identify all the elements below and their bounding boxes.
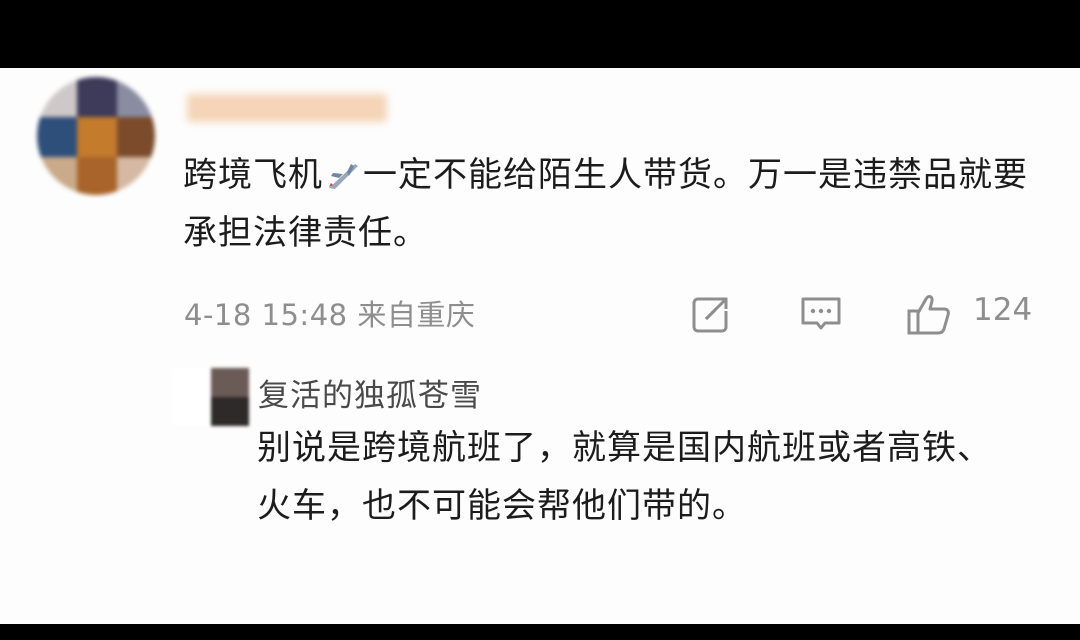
like-count: 124 (973, 292, 1033, 328)
reply-avatar[interactable] (173, 368, 249, 426)
share-icon (692, 293, 732, 333)
commenter-name-masked[interactable] (187, 94, 387, 122)
screen-frame: 跨境飞机 一定不能给陌生人带货。万一是违禁品就要承担法律责任。 4-18 15:4… (0, 0, 1080, 640)
commenter-avatar[interactable] (37, 77, 155, 195)
like-button[interactable] (906, 291, 950, 335)
like-icon (907, 295, 950, 335)
comment-body: 跨境飞机 一定不能给陌生人带货。万一是违禁品就要承担法律责任。 (183, 146, 1043, 262)
reply-author-name[interactable]: 复活的独孤苍雪 (258, 370, 482, 415)
comment-icon (801, 297, 841, 330)
airplane-icon (325, 152, 361, 189)
comment-button[interactable] (799, 291, 843, 335)
comment-location: 来自重庆 (357, 298, 476, 332)
share-button[interactable] (690, 291, 734, 335)
comment-meta: 4-18 15:48 来自重庆 (184, 292, 475, 334)
comment-timestamp: 4-18 15:48 (184, 298, 348, 332)
comment-text-part1: 跨境飞机 (183, 155, 323, 195)
reply-body: 别说是跨境航班了，就算是国内航班或者高铁、火车，也不可能会帮他们带的。 (257, 428, 992, 526)
